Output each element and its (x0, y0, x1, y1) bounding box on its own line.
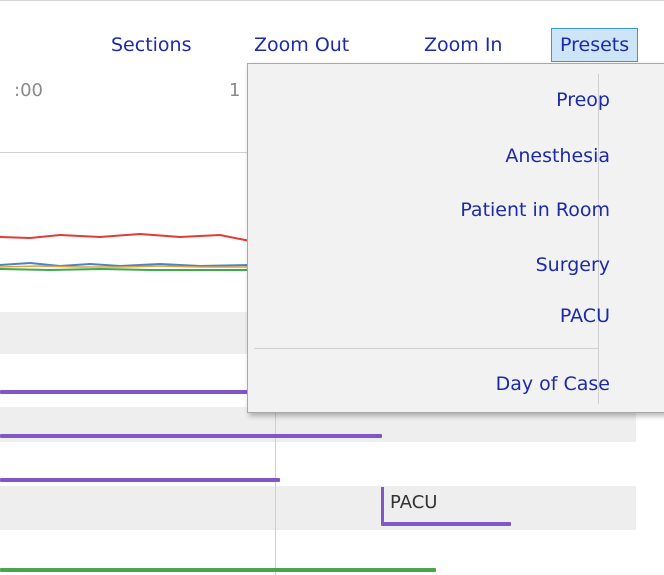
menu-item-patient-in-room[interactable]: Patient in Room (460, 192, 610, 228)
timeline-bar[interactable] (0, 478, 280, 482)
time-tick-label: :00 (14, 80, 43, 101)
menu-item-surgery[interactable]: Surgery (536, 247, 610, 283)
current-time-gridline (275, 405, 276, 575)
menu-item-anesthesia[interactable]: Anesthesia (505, 138, 610, 174)
timeline-bar[interactable] (0, 434, 382, 438)
vitals-line-red (0, 232, 251, 242)
zoom-out-button[interactable]: Zoom Out (254, 28, 349, 62)
time-tick-label: 1 (229, 80, 241, 101)
vitals-graph (0, 232, 251, 272)
timeline-row-band (0, 486, 636, 530)
menu-item-day-of-case[interactable]: Day of Case (496, 366, 610, 402)
timeline-bar[interactable] (0, 390, 250, 394)
menu-item-preop[interactable]: Preop (556, 82, 610, 118)
sections-button[interactable]: Sections (111, 28, 192, 62)
timeline-bar-green[interactable] (0, 568, 436, 572)
menu-item-pacu[interactable]: PACU (560, 298, 610, 334)
vitals-line-green (0, 267, 250, 272)
pacu-bar[interactable] (381, 522, 511, 526)
presets-dropdown-menu: Preop Anesthesia Patient in Room Surgery… (247, 63, 664, 413)
top-border (0, 0, 664, 1)
presets-button[interactable]: Presets (551, 28, 639, 62)
menu-gutter-line (598, 74, 599, 404)
zoom-in-button[interactable]: Zoom In (424, 28, 502, 62)
pacu-bar-start (381, 487, 384, 523)
menu-separator (254, 348, 598, 349)
pacu-bar-label: PACU (390, 492, 438, 513)
